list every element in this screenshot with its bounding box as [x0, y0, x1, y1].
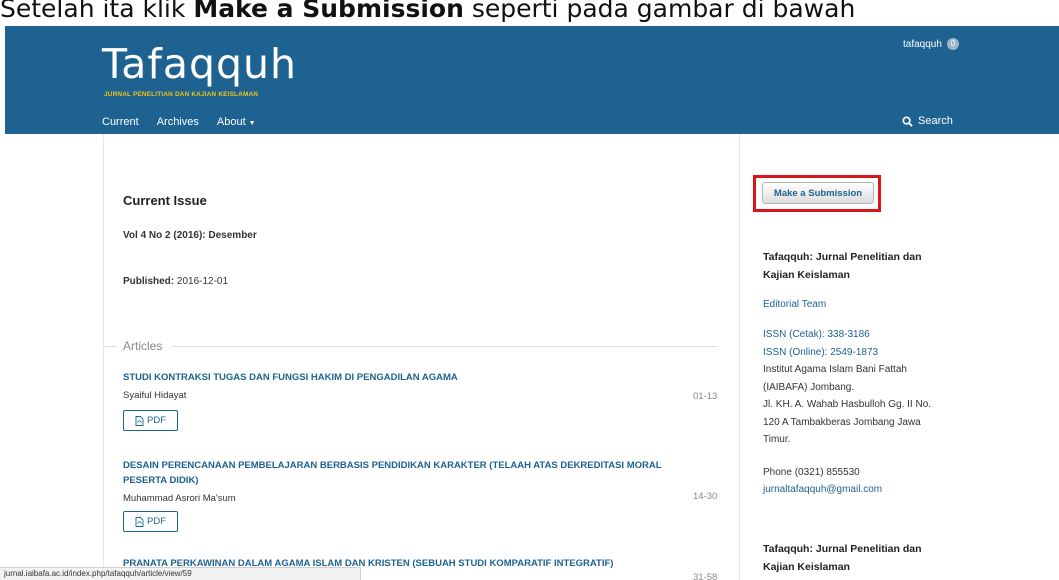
published-value: 2016-12-01: [176, 276, 229, 287]
sidebar-journal-title: Kajian Keislaman: [763, 561, 850, 573]
sidebar-journal-title: Tafaqquh: Jurnal Penelitian dan: [763, 251, 922, 263]
search-link[interactable]: Search: [902, 115, 953, 127]
tutorial-caption: Setelah ita klik Make a Submission seper…: [0, 0, 1059, 26]
editorial-team-link[interactable]: Editorial Team: [763, 299, 826, 310]
nav-about[interactable]: About ▼: [217, 116, 256, 128]
article-pages: 31-58: [693, 572, 718, 580]
page-title: Current Issue: [123, 193, 207, 208]
published-label: Published:: [123, 276, 175, 287]
nav-about-label: About: [216, 116, 246, 128]
caret-down-icon: ▼: [248, 120, 256, 127]
article-title-link[interactable]: PESERTA DIDIK): [123, 473, 198, 488]
site-logo[interactable]: Tafaqquh: [102, 36, 297, 92]
articles-heading: Articles: [123, 339, 163, 353]
article-title-link[interactable]: DESAIN PERENCANAAN PEMBELAJARAN BERBASIS…: [123, 458, 662, 473]
address-line: Institut Agama Islam Bani Fattah: [763, 364, 907, 375]
pdf-label: PDF: [147, 415, 166, 426]
article-author: Syaiful Hidayat: [123, 390, 187, 401]
divider: [173, 346, 718, 347]
issue-volume: Vol 4 No 2 (2016): Desember: [123, 230, 257, 241]
article-pages: 01-13: [693, 391, 718, 402]
phone-number: Phone (0321) 855530: [763, 467, 860, 478]
caption-suffix: seperti pada gambar di bawah: [463, 0, 856, 23]
nav-archives[interactable]: Archives: [157, 116, 199, 128]
address-line: Jl. KH. A. Wahab Hasbulloh Gg. II No.: [763, 399, 932, 410]
published-date: Published: 2016-12-01: [123, 276, 228, 287]
sidebar-journal-title: Tafaqquh: Jurnal Penelitian dan: [763, 543, 922, 555]
search-icon: [902, 115, 913, 127]
primary-nav: Current Archives About ▼: [102, 116, 256, 128]
caption-bold: Make a Submission: [193, 0, 464, 23]
email-link[interactable]: jurnaltafaqquh@gmail.com: [763, 484, 882, 495]
notification-badge: 0: [946, 38, 959, 50]
article-author: Muhammad Asrori Ma'sum: [123, 493, 236, 504]
address-line: (IAIBAFA) Jombang.: [763, 382, 855, 393]
search-label: Search: [918, 115, 953, 127]
address-line: 120 A Tambakberas Jombang Jawa: [763, 417, 921, 428]
article-pages: 14-30: [693, 491, 718, 502]
pdf-button[interactable]: PDF: [123, 410, 178, 431]
issn-print-link[interactable]: ISSN (Cetak): 338-3186: [763, 329, 870, 340]
pdf-button[interactable]: PDF: [123, 511, 178, 532]
username[interactable]: tafaqquh: [903, 39, 942, 50]
browser-status-bar: jurnal.iaibafa.ac.id/index.php/tafaqquh/…: [0, 567, 361, 580]
issn-online-link[interactable]: ISSN (Online): 2549-1873: [763, 347, 878, 358]
caption-prefix: Setelah ita klik: [0, 0, 194, 23]
file-pdf-icon: [135, 516, 144, 527]
file-pdf-icon: [135, 415, 144, 426]
nav-current[interactable]: Current: [102, 116, 139, 128]
divider: [103, 346, 117, 347]
address-line: Timur.: [763, 434, 791, 445]
site-header: tafaqquh 0 Tafaqquh JURNAL PENELITIAN DA…: [5, 26, 1059, 134]
site-tagline: JURNAL PENELITIAN DAN KAJIAN KEISLAMAN: [104, 91, 259, 98]
user-menu[interactable]: tafaqquh 0: [903, 38, 959, 50]
article-title-link[interactable]: STUDI KONTRAKSI TUGAS DAN FUNGSI HAKIM D…: [123, 370, 458, 385]
make-submission-button[interactable]: Make a Submission: [762, 182, 874, 204]
sidebar-journal-title: Kajian Keislaman: [763, 269, 850, 281]
pdf-label: PDF: [147, 516, 166, 527]
